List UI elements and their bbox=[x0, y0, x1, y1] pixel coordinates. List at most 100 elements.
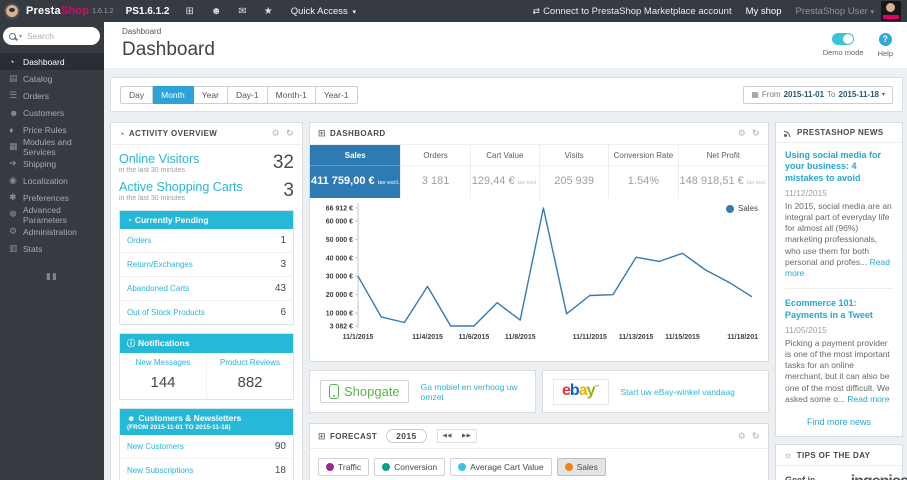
news-article-excerpt: Picking a payment provider is one of the… bbox=[785, 337, 890, 404]
help-icon[interactable]: ? bbox=[878, 33, 892, 46]
kpi-visits[interactable]: Visits 205 939 bbox=[539, 145, 610, 198]
svg-text:11/4/2015: 11/4/2015 bbox=[412, 334, 443, 341]
calendar-icon: ▦ bbox=[751, 90, 759, 99]
chart-legend[interactable]: Sales bbox=[725, 204, 758, 213]
sidebar-item-preferences[interactable]: ✱ Preferences bbox=[0, 189, 104, 206]
date-toolbar: Day Month Year Day-1 Month-1 Year-1 ▦ Fr… bbox=[110, 77, 903, 112]
clock-icon: ◔ bbox=[127, 216, 132, 225]
range-button-month[interactable]: Month bbox=[153, 85, 194, 104]
product-reviews-cell: Product Reviews 882 bbox=[206, 353, 293, 399]
list-item: Abandoned Carts 43 bbox=[120, 277, 293, 301]
trophy-icon[interactable]: ★ bbox=[264, 6, 273, 17]
quick-access-menu[interactable]: Quick Access ▾ bbox=[291, 6, 356, 17]
customer-icon[interactable]: ☻ bbox=[211, 6, 222, 17]
sidebar-item-orders[interactable]: ☰ Orders bbox=[0, 87, 104, 104]
ingenico-logo[interactable]: ingenico Payment services bbox=[834, 474, 907, 480]
online-visitors-value: 32 bbox=[272, 152, 294, 173]
user-menu[interactable]: PrestaShop User ▾ bbox=[796, 6, 875, 17]
find-more-news-link[interactable]: Find more news bbox=[785, 417, 893, 427]
range-button-group: Day Month Year Day-1 Month-1 Year-1 bbox=[120, 85, 358, 104]
range-button-month-1[interactable]: Month-1 bbox=[267, 85, 316, 104]
refresh-icon[interactable]: ↻ bbox=[752, 128, 760, 139]
sidebar-item-catalog[interactable]: ▤ Catalog bbox=[0, 70, 104, 87]
header-tools: Demo mode ? Help bbox=[823, 27, 893, 68]
cart-icon: ⊞ bbox=[318, 430, 326, 441]
person-icon: ☻ bbox=[127, 414, 136, 423]
prestashop-admin: PrestaShop 1.6.1.2 PS1.6.1.2 ⊞ ☻ ✉ ★ Qui… bbox=[0, 0, 907, 480]
previous-year-button[interactable]: ◀◀ bbox=[438, 430, 457, 442]
next-year-button[interactable]: ▶▶ bbox=[457, 430, 476, 442]
svg-text:11/18/201: 11/18/201 bbox=[727, 334, 758, 341]
sidebar-nav: ◔ Dashboard ▤ Catalog ☰ Orders ☻ Customers ♦… bbox=[0, 53, 104, 257]
preferences-icon: ✱ bbox=[9, 192, 17, 202]
user-avatar[interactable] bbox=[881, 1, 901, 21]
range-button-year[interactable]: Year bbox=[193, 85, 228, 104]
sidebar-item-customers[interactable]: ☻ Customers bbox=[0, 104, 104, 121]
kpi-row: Sales 411 759,00 € tax excl. Orders 3 181 … bbox=[310, 145, 769, 198]
kpi-cart-value[interactable]: Cart Value 129,44 € tax excl. bbox=[470, 145, 540, 198]
kpi-orders[interactable]: Orders 3 181 bbox=[401, 145, 471, 198]
sales-line-chart: 66 912 € 60 000 € 50 000 € 40 000 € 30 000 €… bbox=[326, 203, 758, 341]
legend-button-sales[interactable]: Sales bbox=[556, 458, 606, 476]
range-button-year-1[interactable]: Year-1 bbox=[315, 85, 358, 104]
range-button-day[interactable]: Day bbox=[120, 85, 154, 104]
forecast-panel: ⊞ FORECAST 2015 ◀◀ ▶▶ ⚙ ↻ Traffic Conver… bbox=[309, 423, 769, 480]
news-panel-title: PRESTASHOP NEWS bbox=[797, 128, 884, 137]
refresh-icon[interactable]: ↻ bbox=[286, 128, 294, 139]
sidebar-item-price-rules[interactable]: ♦ Price Rules bbox=[0, 121, 104, 138]
conversion-dot-icon bbox=[382, 463, 391, 471]
traffic-dot-icon bbox=[326, 463, 334, 471]
chevron-down-icon: ▾ bbox=[352, 8, 356, 16]
collapse-menu-icon[interactable]: ▮▮ bbox=[0, 271, 104, 282]
orders-icon: ☰ bbox=[9, 90, 18, 100]
notifications-section: ⓘ Notifications New Messages 144 Product R… bbox=[119, 333, 294, 400]
list-item: New Subscriptions 18 bbox=[120, 459, 293, 480]
news-article-title[interactable]: Ecommerce 101: Payments in a Tweet bbox=[785, 298, 893, 321]
sidebar-search[interactable]: ▾ bbox=[3, 27, 100, 45]
range-button-day-1[interactable]: Day-1 bbox=[227, 85, 268, 104]
sales-dot-icon bbox=[564, 463, 573, 471]
search-input[interactable] bbox=[25, 30, 84, 42]
gear-icon[interactable]: ⚙ bbox=[738, 128, 746, 139]
date-range-picker[interactable]: ▦ From 2015-11-01 To 2015-11-18 ▾ bbox=[743, 85, 893, 104]
info-icon: ⓘ bbox=[127, 339, 135, 348]
sidebar-item-localization[interactable]: ◉ Localization bbox=[0, 172, 104, 189]
kpi-conversion-rate[interactable]: Conversion Rate 1.54% bbox=[609, 145, 679, 198]
read-more-link[interactable]: Read more bbox=[847, 394, 889, 404]
sidebar-item-advanced-parameters[interactable]: ☸ Advanced Parameters bbox=[0, 205, 104, 225]
sidebar-item-dashboard[interactable]: ◔ Dashboard bbox=[0, 53, 104, 70]
refresh-icon[interactable]: ↻ bbox=[752, 431, 760, 442]
news-article-title[interactable]: Using social media for your business: 4 … bbox=[785, 150, 893, 184]
shop-name[interactable]: PS1.6.1.2 bbox=[126, 6, 170, 17]
sales-legend-dot-icon bbox=[725, 204, 734, 213]
phone-icon bbox=[329, 384, 339, 399]
demo-mode-control: Demo mode bbox=[823, 33, 864, 68]
customers-icon: ☻ bbox=[9, 107, 19, 118]
gear-icon[interactable]: ⚙ bbox=[272, 128, 280, 139]
legend-button-traffic[interactable]: Traffic bbox=[318, 458, 370, 476]
kpi-sales[interactable]: Sales 411 759,00 € tax excl. bbox=[310, 145, 402, 198]
kpi-net-profit[interactable]: Net Profit 148 918,51 € tax excl. bbox=[678, 145, 769, 198]
demo-mode-toggle[interactable] bbox=[832, 33, 855, 45]
legend-button-conversion[interactable]: Conversion bbox=[374, 458, 446, 476]
cart-icon[interactable]: ⊞ bbox=[185, 6, 193, 17]
main-content: Dashboard Dashboard Demo mode ? Help Day… bbox=[104, 22, 907, 480]
sidebar-item-stats[interactable]: ▥ Stats bbox=[0, 240, 104, 257]
my-shop-link[interactable]: My shop bbox=[746, 6, 782, 17]
sidebar-item-administration[interactable]: ⚙ Administration bbox=[0, 223, 104, 240]
messages-icon[interactable]: ✉ bbox=[238, 6, 246, 17]
gear-icon[interactable]: ⚙ bbox=[738, 431, 746, 442]
shopgate-link[interactable]: Ga mobiel en verhoog uw omzet bbox=[421, 382, 525, 402]
average-cart-value-dot-icon bbox=[458, 463, 467, 471]
marketplace-link[interactable]: ⇄ Connect to PrestaShop Marketplace accou… bbox=[533, 6, 732, 17]
breadcrumb[interactable]: Dashboard bbox=[122, 27, 215, 36]
news-article-date: 11/12/2015 bbox=[785, 187, 827, 198]
page-header: Dashboard Dashboard Demo mode ? Help bbox=[104, 22, 907, 68]
sidebar-item-modules[interactable]: ▦ Modules and Services bbox=[0, 137, 104, 157]
ebay-link[interactable]: Start uw eBay-winkel vandaag bbox=[621, 387, 735, 397]
sidebar-item-shipping[interactable]: ➔ Shipping bbox=[0, 155, 104, 172]
price-rules-icon: ♦ bbox=[9, 124, 14, 135]
search-scope-caret-icon[interactable]: ▾ bbox=[19, 33, 22, 40]
sales-chart: Sales 66 912 € 60 000 € 50 000 € 40 000 € 30… bbox=[310, 198, 768, 361]
legend-button-average-cart-value[interactable]: Average Cart Value bbox=[450, 458, 552, 476]
